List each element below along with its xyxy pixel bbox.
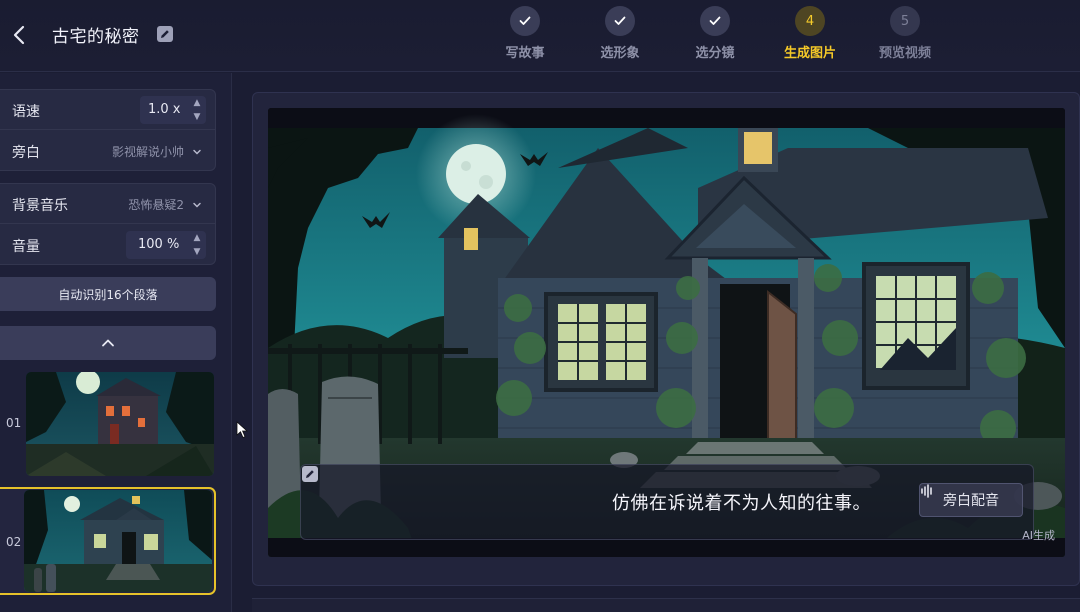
decrease-icon[interactable]: ▼ xyxy=(190,245,204,259)
check-icon xyxy=(700,6,730,36)
step-label: 生成图片 xyxy=(783,46,836,61)
step-preview-video[interactable]: 5 预览视频 xyxy=(865,6,945,61)
narration-dubbing-button[interactable]: 旁白配音 xyxy=(919,483,1023,517)
spinner: ▲ ▼ xyxy=(190,231,204,259)
step-label: 选分镜 xyxy=(695,46,735,61)
voice-settings-panel: 语速 1.0 x ▲ ▼ 旁白 影视解说小帅 xyxy=(0,89,216,171)
volume-row: 音量 100 % ▲ ▼ xyxy=(0,225,216,265)
narration-select[interactable]: 影视解说小帅 xyxy=(112,143,202,160)
increase-icon[interactable]: ▲ xyxy=(190,96,204,110)
scene-item[interactable]: 01 xyxy=(0,370,216,478)
speed-label: 语速 xyxy=(12,104,40,120)
speed-value[interactable]: 1.0 x xyxy=(148,102,181,117)
increase-icon[interactable]: ▲ xyxy=(190,231,204,245)
scene-index: 02 xyxy=(6,535,22,549)
check-icon xyxy=(605,6,635,36)
step-write-story[interactable]: 写故事 xyxy=(485,6,565,61)
step-generate-images[interactable]: 4 生成图片 xyxy=(770,6,850,61)
settings-sidebar: 语速 1.0 x ▲ ▼ 旁白 影视解说小帅 背景音乐 恐怖悬疑2 音量 100… xyxy=(0,73,232,612)
narration-row: 旁白 影视解说小帅 xyxy=(0,131,216,171)
divider xyxy=(0,223,216,224)
speed-row: 语速 1.0 x ▲ ▼ xyxy=(0,90,216,130)
narration-value: 影视解说小帅 xyxy=(111,145,184,159)
back-arrow-icon[interactable] xyxy=(8,22,30,48)
step-choose-storyboard[interactable]: 选分镜 xyxy=(675,6,755,61)
top-bar: 古宅的秘密 写故事 选形象 选分镜 4 生成图片 5 预览视频 xyxy=(0,0,1080,72)
auto-detect-button[interactable]: 自动识别16个段落 xyxy=(0,277,216,311)
step-label: 预览视频 xyxy=(878,46,931,61)
chevron-down-icon xyxy=(193,149,201,155)
step-number: 5 xyxy=(890,6,920,36)
step-label: 选形象 xyxy=(600,46,640,61)
audio-wave-icon xyxy=(921,484,932,498)
step-choose-character[interactable]: 选形象 xyxy=(580,6,660,61)
collapse-button[interactable] xyxy=(0,326,216,360)
check-icon xyxy=(510,6,540,36)
scene-index: 01 xyxy=(6,416,22,430)
subtitle-text[interactable]: 仿佛在诉说着不为人知的往事。 xyxy=(301,489,871,515)
generated-image-preview[interactable]: 仿佛在诉说着不为人知的往事。 旁白配音 AI生成 xyxy=(268,108,1065,557)
volume-stepper[interactable]: 100 % ▲ ▼ xyxy=(126,231,206,259)
chevron-up-icon xyxy=(102,339,114,347)
audio-settings-panel: 背景音乐 恐怖悬疑2 音量 100 % ▲ ▼ xyxy=(0,183,216,265)
speed-stepper[interactable]: 1.0 x ▲ ▼ xyxy=(140,96,206,124)
scene-thumbnail[interactable] xyxy=(26,372,214,476)
spinner: ▲ ▼ xyxy=(190,96,204,124)
volume-value[interactable]: 100 % xyxy=(138,237,179,252)
step-label: 写故事 xyxy=(505,46,545,61)
bgm-select[interactable]: 恐怖悬疑2 xyxy=(128,196,202,213)
project-title: 古宅的秘密 xyxy=(52,27,140,47)
divider xyxy=(0,129,216,130)
ai-generated-badge: AI生成 xyxy=(1022,529,1055,542)
decrease-icon[interactable]: ▼ xyxy=(190,110,204,124)
bgm-value: 恐怖悬疑2 xyxy=(128,198,184,212)
scene-thumbnail[interactable] xyxy=(24,490,212,592)
chevron-down-icon xyxy=(193,202,201,208)
mouse-pointer-icon xyxy=(236,421,248,439)
bottom-panel-edge xyxy=(252,598,1080,612)
subtitle-bar: 仿佛在诉说着不为人知的往事。 旁白配音 xyxy=(300,464,1034,540)
bgm-label: 背景音乐 xyxy=(12,198,68,214)
step-number: 4 xyxy=(795,6,825,36)
edit-icon[interactable] xyxy=(301,465,319,483)
volume-label: 音量 xyxy=(12,239,40,255)
scene-item-selected[interactable]: 02 xyxy=(0,487,216,595)
narration-dubbing-label: 旁白配音 xyxy=(943,493,999,509)
edit-icon[interactable] xyxy=(156,25,174,43)
bgm-row: 背景音乐 恐怖悬疑2 xyxy=(0,184,216,224)
narration-label: 旁白 xyxy=(12,145,40,161)
